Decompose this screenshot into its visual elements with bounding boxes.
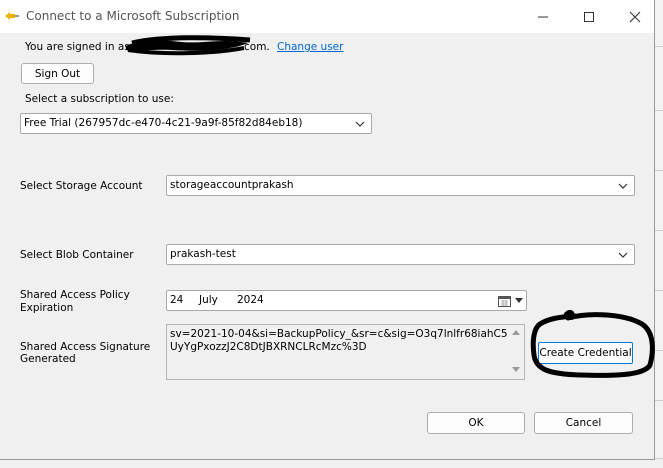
maximize-icon <box>584 12 594 22</box>
signature-label-line2: Generated <box>20 353 76 365</box>
chevron-down-icon <box>618 252 628 258</box>
ok-button[interactable]: OK <box>427 412 525 434</box>
scroll-down-icon[interactable] <box>512 367 520 372</box>
sign-out-button[interactable]: Sign Out <box>21 63 94 84</box>
blob-container-select[interactable]: prakash-test <box>166 244 635 265</box>
signature-value: sv=2021-10-04&si=BackupPolicy_&sr=c&sig=… <box>170 328 508 353</box>
connect-subscription-dialog: Connect to a Microsoft Subscription You … <box>0 0 655 460</box>
expiration-label-line2: Expiration <box>20 302 74 314</box>
subscription-select[interactable]: Free Trial (267957dc-e470-4c21-9a9f-85f8… <box>20 113 372 134</box>
create-credential-button[interactable]: Create Credential <box>538 342 633 364</box>
chevron-down-icon <box>355 121 365 127</box>
email-suffix: com. <box>244 41 270 53</box>
scroll-up-icon[interactable] <box>512 330 520 335</box>
signature-label-line1: Shared Access Signature <box>20 341 151 353</box>
subscription-value: Free Trial (267957dc-e470-4c21-9a9f-85f8… <box>24 117 303 129</box>
close-button[interactable] <box>612 0 658 33</box>
expiration-date-picker[interactable]: 24 July 2024 <box>166 290 527 311</box>
maximize-button[interactable] <box>566 0 612 33</box>
close-icon <box>629 11 641 23</box>
subscription-label: Select a subscription to use: <box>25 93 174 105</box>
signature-textarea[interactable]: sv=2021-10-04&si=BackupPolicy_&sr=c&sig=… <box>166 324 525 380</box>
storage-account-label: Select Storage Account <box>20 180 143 192</box>
connect-plug-icon <box>4 9 20 23</box>
blob-container-value: prakash-test <box>170 248 236 260</box>
minimize-icon <box>538 16 548 18</box>
chevron-down-icon <box>618 183 628 189</box>
expiration-label-line1: Shared Access Policy <box>20 289 130 301</box>
window-title: Connect to a Microsoft Subscription <box>26 9 240 23</box>
minimize-button[interactable] <box>520 0 566 33</box>
storage-account-select[interactable]: storageaccountprakash <box>166 175 635 196</box>
signed-in-label: You are signed in as <box>25 41 130 53</box>
cancel-button[interactable]: Cancel <box>534 412 633 434</box>
redacted-email-scribble <box>126 35 251 56</box>
blob-container-label: Select Blob Container <box>20 249 134 261</box>
calendar-icon[interactable] <box>498 295 511 307</box>
expiration-year[interactable]: 2024 <box>237 294 264 306</box>
chevron-down-icon[interactable] <box>515 298 523 303</box>
change-user-link[interactable]: Change user <box>277 41 343 53</box>
storage-account-value: storageaccountprakash <box>170 179 294 191</box>
expiration-day[interactable]: 24 <box>170 294 183 306</box>
expiration-month[interactable]: July <box>199 294 218 306</box>
background-window-edge <box>654 0 663 468</box>
signature-scrollbar[interactable] <box>508 325 524 379</box>
title-bar: Connect to a Microsoft Subscription <box>0 0 654 33</box>
